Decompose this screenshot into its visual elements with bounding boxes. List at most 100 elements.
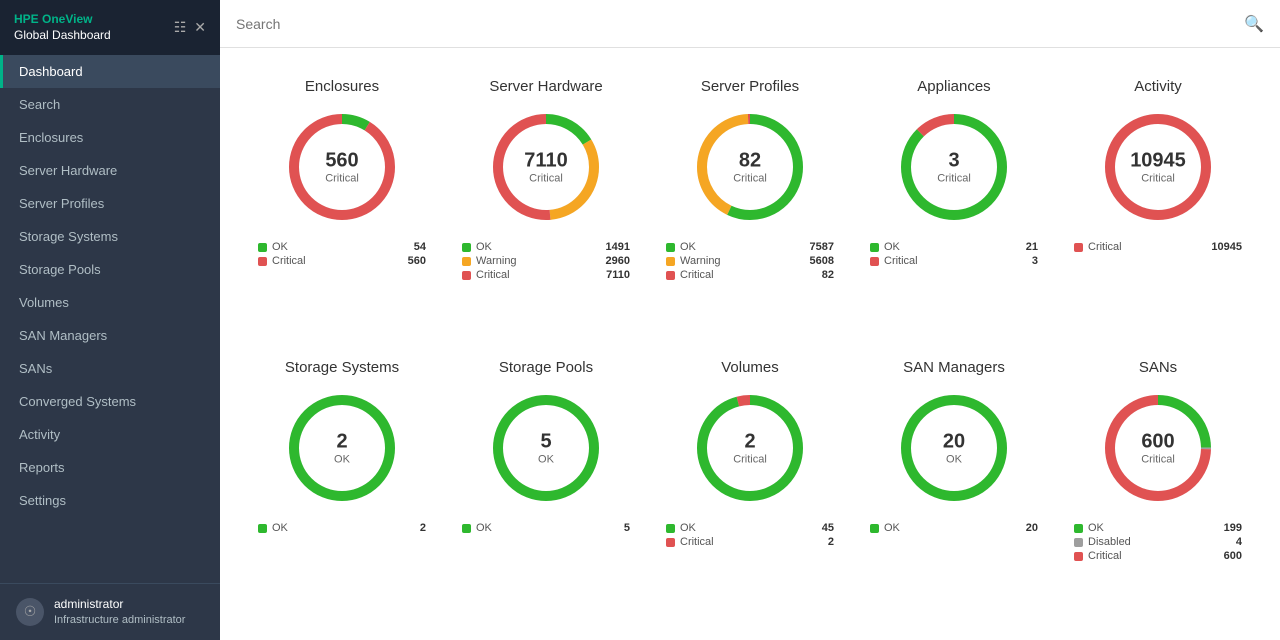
donut-chart[interactable]: 2Critical bbox=[690, 388, 810, 508]
legend-row: Critical 10945 bbox=[1074, 241, 1242, 253]
legend-dot bbox=[666, 524, 675, 533]
legend-count: 21 bbox=[1026, 241, 1038, 253]
legend-label: Critical bbox=[1088, 550, 1219, 562]
legend-count: 3 bbox=[1032, 255, 1038, 267]
filter-icon[interactable]: ☷ bbox=[174, 19, 187, 36]
legend-row: OK2 bbox=[258, 522, 426, 534]
legend-count: 20 bbox=[1026, 522, 1038, 534]
donut-status: Critical bbox=[937, 173, 971, 185]
sidebar-item-san-managers[interactable]: SAN Managers bbox=[0, 319, 220, 352]
dashboard-grid: Enclosures560CriticalOK54Critical560Serv… bbox=[220, 48, 1280, 640]
donut-status: Critical bbox=[325, 173, 359, 185]
sidebar-item-dashboard[interactable]: Dashboard bbox=[0, 55, 220, 88]
donut-chart[interactable]: 10945Critical bbox=[1098, 107, 1218, 227]
donut-chart[interactable]: 600Critical bbox=[1098, 388, 1218, 508]
legend-label: Critical bbox=[680, 269, 817, 281]
card-legend: OK45Critical2 bbox=[666, 522, 834, 550]
donut-chart[interactable]: 5OK bbox=[486, 388, 606, 508]
legend-label: OK bbox=[680, 241, 805, 253]
donut-value: 2 bbox=[334, 431, 350, 454]
card-title: Storage Systems bbox=[285, 359, 399, 376]
donut-status: OK bbox=[538, 454, 554, 466]
search-input[interactable] bbox=[236, 16, 1244, 32]
legend-count: 54 bbox=[414, 241, 426, 253]
donut-status: Critical bbox=[733, 173, 767, 185]
card-title: Enclosures bbox=[305, 78, 379, 95]
card-enclosures: Enclosures 560Critical OK 54 Critical 560 bbox=[250, 68, 434, 339]
legend-dot bbox=[258, 243, 267, 252]
sidebar-header-actions: ☷ ✕ bbox=[174, 19, 206, 36]
legend-dot bbox=[870, 524, 879, 533]
card-storage-systems: Storage Systems2OKOK2 bbox=[250, 349, 434, 620]
sidebar: HPE OneView Global Dashboard ☷ ✕ Dashboa… bbox=[0, 0, 220, 640]
legend-dot bbox=[870, 257, 879, 266]
sidebar-item-search[interactable]: Search bbox=[0, 88, 220, 121]
sidebar-item-server-profiles[interactable]: Server Profiles bbox=[0, 187, 220, 220]
legend-count: 5 bbox=[624, 522, 630, 534]
legend-dot bbox=[462, 257, 471, 266]
legend-label: Critical bbox=[884, 255, 1027, 267]
donut-chart[interactable]: 560Critical bbox=[282, 107, 402, 227]
legend-count: 82 bbox=[822, 269, 834, 281]
donut-value: 600 bbox=[1141, 431, 1175, 454]
legend-row: Warning5608 bbox=[666, 255, 834, 267]
legend-label: OK bbox=[476, 241, 601, 253]
sidebar-item-activity[interactable]: Activity bbox=[0, 418, 220, 451]
card-appliances: Appliances 3Critical OK 21 Critical 3 bbox=[862, 68, 1046, 339]
legend-row: OK5 bbox=[462, 522, 630, 534]
card-title: Appliances bbox=[917, 78, 990, 95]
card-server-hardware: Server Hardware7110CriticalOK1491Warning… bbox=[454, 68, 638, 339]
legend-count: 10945 bbox=[1211, 241, 1242, 253]
legend-count: 7110 bbox=[606, 269, 630, 281]
sidebar-header: HPE OneView Global Dashboard ☷ ✕ bbox=[0, 0, 220, 55]
legend-row: Critical 3 bbox=[870, 255, 1038, 267]
donut-chart[interactable]: 7110Critical bbox=[486, 107, 606, 227]
username: administrator bbox=[54, 596, 185, 613]
legend-dot bbox=[258, 524, 267, 533]
legend-label: Critical bbox=[1088, 241, 1206, 253]
legend-row: OK199 bbox=[1074, 522, 1242, 534]
card-legend: OK1491Warning2960Critical7110 bbox=[462, 241, 630, 283]
legend-label: Disabled bbox=[1088, 536, 1231, 548]
legend-count: 4 bbox=[1236, 536, 1242, 548]
sidebar-item-enclosures[interactable]: Enclosures bbox=[0, 121, 220, 154]
donut-chart[interactable]: 20OK bbox=[894, 388, 1014, 508]
sidebar-item-storage-systems[interactable]: Storage Systems bbox=[0, 220, 220, 253]
donut-value: 10945 bbox=[1130, 150, 1186, 173]
legend-dot bbox=[666, 271, 675, 280]
sidebar-item-settings[interactable]: Settings bbox=[0, 484, 220, 517]
legend-count: 2 bbox=[420, 522, 426, 534]
search-icon[interactable]: 🔍 bbox=[1244, 14, 1264, 34]
legend-label: OK bbox=[884, 241, 1021, 253]
donut-status: Critical bbox=[733, 454, 767, 466]
legend-count: 600 bbox=[1224, 550, 1242, 562]
legend-label: Critical bbox=[272, 255, 403, 267]
topbar: 🔍 bbox=[220, 0, 1280, 48]
sidebar-item-converged-systems[interactable]: Converged Systems bbox=[0, 385, 220, 418]
donut-chart[interactable]: 2OK bbox=[282, 388, 402, 508]
card-title: Activity bbox=[1134, 78, 1182, 95]
legend-dot bbox=[1074, 552, 1083, 561]
close-icon[interactable]: ✕ bbox=[194, 19, 206, 36]
sidebar-item-server-hardware[interactable]: Server Hardware bbox=[0, 154, 220, 187]
donut-chart[interactable]: 3Critical bbox=[894, 107, 1014, 227]
donut-status: OK bbox=[334, 454, 350, 466]
legend-row: Disabled 4 bbox=[1074, 536, 1242, 548]
sidebar-item-storage-pools[interactable]: Storage Pools bbox=[0, 253, 220, 286]
legend-row: Warning2960 bbox=[462, 255, 630, 267]
legend-row: OK 1491 bbox=[462, 241, 630, 253]
main-content: 🔍 Enclosures560CriticalOK54Critical560Se… bbox=[220, 0, 1280, 640]
sidebar-item-sans[interactable]: SANs bbox=[0, 352, 220, 385]
card-title: Server Profiles bbox=[701, 78, 799, 95]
legend-dot bbox=[870, 243, 879, 252]
card-legend: Critical 10945 bbox=[1074, 241, 1242, 255]
donut-chart[interactable]: 82Critical bbox=[690, 107, 810, 227]
legend-count: 1491 bbox=[606, 241, 630, 253]
legend-dot bbox=[462, 271, 471, 280]
legend-count: 560 bbox=[408, 255, 426, 267]
sidebar-item-reports[interactable]: Reports bbox=[0, 451, 220, 484]
sidebar-item-volumes[interactable]: Volumes bbox=[0, 286, 220, 319]
donut-status: Critical bbox=[1141, 454, 1175, 466]
card-title: Volumes bbox=[721, 359, 779, 376]
legend-label: OK bbox=[272, 241, 409, 253]
